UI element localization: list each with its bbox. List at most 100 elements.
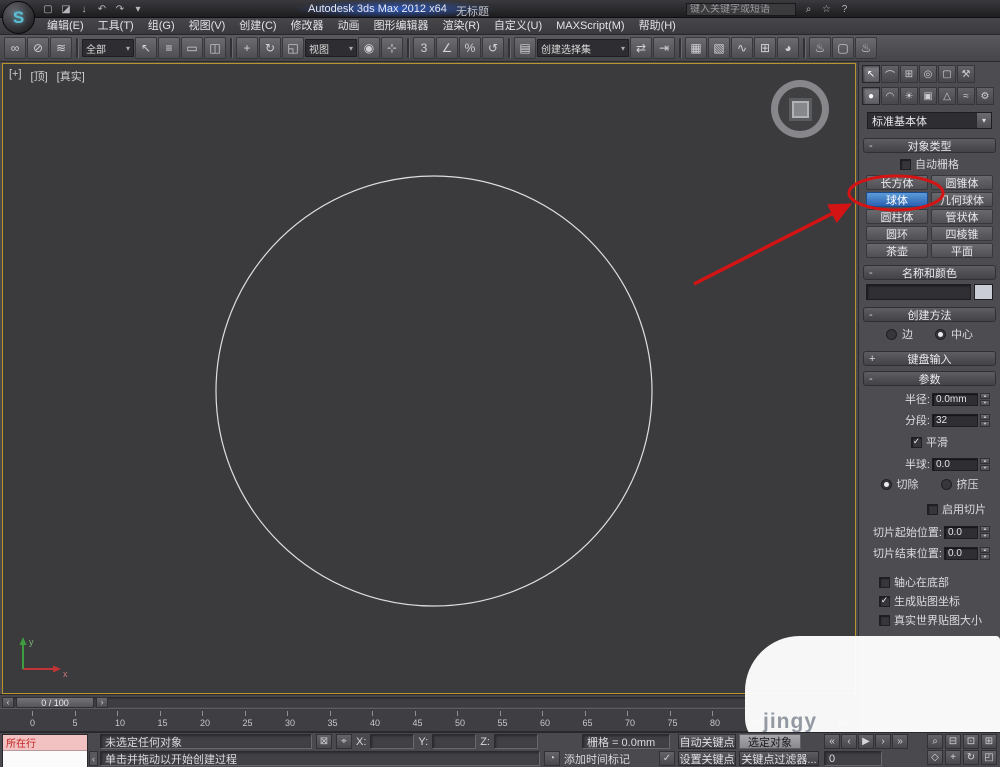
menu-item[interactable]: 图形编辑器 bbox=[367, 18, 436, 34]
viewport-general-menu[interactable]: [+] bbox=[9, 68, 22, 84]
auto-key-button[interactable]: 自动关键点 bbox=[678, 734, 736, 749]
set-key-button[interactable]: 设置关键点 bbox=[678, 751, 736, 766]
rectangular-selection-icon[interactable]: ▭ bbox=[181, 37, 203, 59]
unlink-selection-icon[interactable]: ⊘ bbox=[27, 37, 49, 59]
orbit-icon[interactable]: ↻ bbox=[963, 750, 979, 765]
select-rotate-icon[interactable]: ↻ bbox=[259, 37, 281, 59]
slice-from-field[interactable]: 0.0 bbox=[944, 526, 978, 539]
add-time-tag[interactable]: 添加时间标记 bbox=[564, 751, 630, 767]
geosphere-button[interactable]: 几何球体 bbox=[931, 192, 993, 207]
percent-snap-icon[interactable]: % bbox=[459, 37, 481, 59]
slice-to-spinner[interactable] bbox=[980, 547, 990, 560]
shapes-category[interactable]: ◠ bbox=[881, 87, 899, 105]
slice-to-field[interactable]: 0.0 bbox=[944, 547, 978, 560]
tube-button[interactable]: 管状体 bbox=[931, 209, 993, 224]
pyramid-button[interactable]: 四棱锥 bbox=[931, 226, 993, 241]
teapot-button[interactable]: 茶壶 bbox=[866, 243, 928, 258]
menu-item[interactable]: 工具(T) bbox=[91, 18, 141, 34]
lock-selection-icon[interactable]: ⊠ bbox=[316, 734, 332, 749]
render-setup-icon[interactable]: ♨ bbox=[809, 37, 831, 59]
play-icon[interactable]: ▶ bbox=[858, 734, 874, 749]
search-input[interactable] bbox=[686, 3, 796, 16]
space-warps-category[interactable]: ≈ bbox=[957, 87, 975, 105]
key-filters-button[interactable]: 关键点过滤器... bbox=[739, 751, 819, 766]
hemisphere-field[interactable]: 0.0 bbox=[932, 458, 978, 471]
torus-button[interactable]: 圆环 bbox=[866, 226, 928, 241]
select-and-link-icon[interactable]: ∞ bbox=[4, 37, 26, 59]
selected-scope-dropdown[interactable]: 选定对象 bbox=[739, 734, 801, 749]
render-production-icon[interactable]: ♨ bbox=[855, 37, 877, 59]
schematic-view-icon[interactable]: ⊞ bbox=[754, 37, 776, 59]
viewport-top[interactable]: [+][顶][真实] x y bbox=[2, 63, 856, 694]
go-to-end-icon[interactable]: » bbox=[892, 734, 908, 749]
time-slider[interactable]: 0 / 100 bbox=[16, 697, 94, 708]
maxscript-mini-listener[interactable]: 所在行 bbox=[2, 734, 88, 767]
y-coordinate-field[interactable] bbox=[432, 734, 476, 749]
macro-recorder-row[interactable]: 所在行 bbox=[3, 735, 87, 751]
material-editor-icon[interactable]: ◕ bbox=[777, 37, 799, 59]
graphite-ribbon-icon[interactable]: ▧ bbox=[708, 37, 730, 59]
hemisphere-spinner[interactable] bbox=[980, 458, 990, 471]
cylinder-button[interactable]: 圆柱体 bbox=[866, 209, 928, 224]
snaps-toggle-icon[interactable]: 3 bbox=[413, 37, 435, 59]
real-world-map-checkbox[interactable] bbox=[879, 615, 890, 626]
modify-tab[interactable]: ⌒ bbox=[881, 65, 899, 83]
motion-tab[interactable]: ◎ bbox=[919, 65, 937, 83]
center-radio[interactable] bbox=[935, 329, 946, 340]
align-icon[interactable]: ⇥ bbox=[653, 37, 675, 59]
autogrid-checkbox[interactable] bbox=[900, 159, 911, 170]
select-move-icon[interactable]: + bbox=[236, 37, 258, 59]
layer-manager-icon[interactable]: ▦ bbox=[685, 37, 707, 59]
set-keys-icon[interactable]: ✓ bbox=[659, 751, 675, 766]
rollout-keyboard-entry[interactable]: + 键盘输入 bbox=[863, 351, 996, 366]
menu-item[interactable]: MAXScript(M) bbox=[549, 18, 631, 34]
systems-category[interactable]: ⚙ bbox=[976, 87, 994, 105]
previous-frame-icon[interactable]: ‹ bbox=[841, 734, 857, 749]
menu-item[interactable]: 组(G) bbox=[141, 18, 182, 34]
plane-button[interactable]: 平面 bbox=[931, 243, 993, 258]
helpers-category[interactable]: △ bbox=[938, 87, 956, 105]
time-tag-icon[interactable]: ◔ bbox=[544, 751, 560, 766]
rollout-creation-method[interactable]: - 创建方法 bbox=[863, 307, 996, 322]
edge-radio[interactable] bbox=[886, 329, 897, 340]
cone-button[interactable]: 圆锥体 bbox=[931, 175, 993, 190]
track-bar[interactable]: 05101520253035404550556065707580859095 bbox=[0, 708, 858, 732]
segments-spinner[interactable] bbox=[980, 414, 990, 427]
create-tab[interactable]: ↖ bbox=[862, 65, 880, 83]
squash-radio[interactable] bbox=[941, 479, 952, 490]
menu-item[interactable]: 帮助(H) bbox=[632, 18, 683, 34]
generate-mapping-checkbox[interactable] bbox=[879, 596, 890, 607]
geometry-category[interactable]: ● bbox=[862, 87, 880, 105]
viewport-pov-menu[interactable]: [顶] bbox=[31, 68, 48, 84]
menu-item[interactable]: 编辑(E) bbox=[40, 18, 91, 34]
viewport-shading-menu[interactable]: [真实] bbox=[57, 68, 85, 84]
box-button[interactable]: 长方体 bbox=[866, 175, 928, 190]
app-logo-icon[interactable]: S bbox=[2, 1, 35, 34]
rendered-frame-icon[interactable]: ▢ bbox=[832, 37, 854, 59]
go-to-start-icon[interactable]: « bbox=[824, 734, 840, 749]
listener-expand-icon[interactable]: ‹ bbox=[89, 751, 98, 766]
field-of-view-icon[interactable]: ◇ bbox=[927, 750, 943, 765]
spinner-snap-icon[interactable]: ↺ bbox=[482, 37, 504, 59]
zoom-extents-all-icon[interactable]: ⊞ bbox=[981, 734, 997, 749]
radius-spinner[interactable] bbox=[980, 393, 990, 406]
slice-from-spinner[interactable] bbox=[980, 526, 990, 539]
object-color-swatch[interactable] bbox=[974, 284, 993, 300]
subcategory-dropdown[interactable]: 标准基本体 ▾ bbox=[867, 112, 992, 129]
next-frame-icon[interactable]: › bbox=[875, 734, 891, 749]
search-icon[interactable]: ⌕ bbox=[801, 2, 816, 16]
display-tab[interactable]: ▢ bbox=[938, 65, 956, 83]
zoom-all-icon[interactable]: ⊟ bbox=[945, 734, 961, 749]
smooth-checkbox[interactable] bbox=[911, 437, 922, 448]
quick-access-more-icon[interactable]: ▾ bbox=[130, 2, 146, 16]
help-icon[interactable]: ? bbox=[837, 2, 852, 16]
segments-field[interactable]: 32 bbox=[932, 414, 978, 427]
zoom-icon[interactable]: ⌕ bbox=[927, 734, 943, 749]
viewcube[interactable] bbox=[771, 80, 829, 138]
new-file-icon[interactable]: ▢ bbox=[40, 2, 56, 16]
menu-item[interactable]: 视图(V) bbox=[182, 18, 233, 34]
favorites-icon[interactable]: ☆ bbox=[819, 2, 834, 16]
selection-filter-dropdown[interactable]: 全部▾ bbox=[82, 39, 134, 57]
radius-field[interactable]: 0.0mm bbox=[932, 393, 978, 406]
menu-item[interactable]: 渲染(R) bbox=[436, 18, 487, 34]
